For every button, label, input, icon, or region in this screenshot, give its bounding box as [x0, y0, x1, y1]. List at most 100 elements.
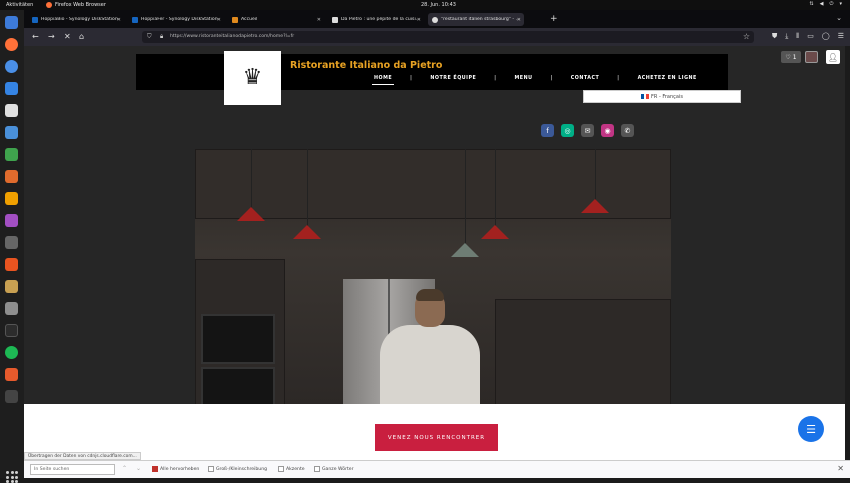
- instagram-icon[interactable]: ◉: [601, 124, 614, 137]
- oven: [201, 367, 275, 407]
- close-icon[interactable]: ✕: [517, 17, 521, 23]
- mail-client-icon[interactable]: [5, 368, 18, 381]
- power-icon: ⏻: [829, 1, 834, 7]
- settings-icon[interactable]: [5, 302, 18, 315]
- option-label: Ganze Wörter: [322, 466, 354, 472]
- screen-icon[interactable]: [5, 390, 18, 403]
- hero-image: [195, 149, 671, 407]
- find-next-icon[interactable]: ⌄: [136, 465, 141, 472]
- firefox-icon: [46, 2, 52, 8]
- option-label: Akzente: [286, 466, 305, 472]
- archive-icon[interactable]: [5, 280, 18, 293]
- menu-item-home[interactable]: HOME: [372, 76, 395, 85]
- french-flag-icon: [641, 94, 650, 99]
- tab-label: HoppiaBio - Synology DiskStation: [41, 17, 118, 22]
- facebook-icon[interactable]: f: [541, 124, 554, 137]
- checkbox[interactable]: [278, 466, 284, 472]
- close-icon[interactable]: ✕: [117, 17, 121, 23]
- language-select[interactable]: FR - Français: [583, 90, 741, 103]
- highlight-all-option[interactable]: Alle hervorheben: [152, 466, 199, 472]
- writer-icon[interactable]: [5, 126, 18, 139]
- venez-nous-rencontrer-button[interactable]: VENEZ NOUS RENCONTRER: [375, 424, 498, 451]
- menu-item-achetez-en-ligne[interactable]: ACHETEZ EN LIGNE: [636, 76, 699, 81]
- url-text[interactable]: https://www.ristoranteitalianodapietro.c…: [170, 34, 294, 39]
- list-all-tabs-icon[interactable]: ⌄: [836, 14, 842, 22]
- close-icon[interactable]: ✕: [217, 17, 221, 23]
- mail-app-icon[interactable]: [5, 16, 18, 29]
- menu-separator: |: [410, 76, 413, 81]
- browser-icon[interactable]: [5, 60, 18, 73]
- firefox-icon[interactable]: [5, 38, 18, 51]
- pocket-icon[interactable]: ⛊: [772, 32, 777, 41]
- menu-separator: |: [494, 76, 497, 81]
- checkbox[interactable]: [152, 466, 158, 472]
- close-icon[interactable]: ✕: [417, 17, 421, 23]
- option-label: Alle hervorheben: [160, 466, 200, 472]
- close-icon[interactable]: ✕: [317, 17, 321, 23]
- tripadvisor-icon[interactable]: ◎: [561, 124, 574, 137]
- calc-icon[interactable]: [5, 148, 18, 161]
- menu-item-contact[interactable]: CONTACT: [569, 76, 602, 81]
- camera-icon[interactable]: [5, 236, 18, 249]
- back-icon[interactable]: ←: [32, 32, 39, 41]
- draw-icon[interactable]: [5, 214, 18, 227]
- phone-icon[interactable]: ✆: [621, 124, 634, 137]
- avatar[interactable]: [805, 51, 818, 63]
- activities-button[interactable]: Aktivitäten: [6, 2, 33, 8]
- terminal-icon[interactable]: [5, 324, 18, 337]
- account-icon[interactable]: ◯: [822, 32, 830, 41]
- app-menu[interactable]: Firefox Web Browser: [46, 2, 106, 8]
- clock[interactable]: 28. Jun. 10:43: [421, 2, 456, 8]
- accueil-icon: [232, 16, 238, 23]
- menu-item-menu[interactable]: MENU: [513, 76, 535, 81]
- url-bar[interactable]: ⛉ 🔒︎ https://www.ristoranteitalianodapie…: [142, 31, 754, 43]
- software-icon[interactable]: [5, 258, 18, 271]
- find-previous-icon[interactable]: ⌃: [122, 465, 127, 472]
- tab-bar: HoppiaBio - Synology DiskStation ✕ Hoppi…: [24, 10, 850, 28]
- chevron-down-icon: ▾: [839, 1, 842, 7]
- shield-icon[interactable]: ⛉: [147, 33, 152, 41]
- menu-item-notre-equipe[interactable]: NOTRE ÉQUIPE: [428, 76, 478, 81]
- tab-search-active[interactable]: "restaurant italien strasbourg" - ... ✕: [428, 13, 524, 26]
- find-input[interactable]: In Seite suchen: [30, 464, 115, 475]
- mail-icon[interactable]: ✉: [581, 124, 594, 137]
- show-apps-icon[interactable]: [6, 471, 18, 483]
- whole-words-option[interactable]: Ganze Wörter: [314, 466, 353, 472]
- spotify-icon[interactable]: [5, 346, 18, 359]
- menu-separator: |: [550, 76, 553, 81]
- site-title[interactable]: Ristorante Italiano da Pietro: [290, 60, 442, 71]
- tab-hoppiafer[interactable]: HoppiaFer - Synology DiskStation ✕: [128, 13, 224, 26]
- downloads-icon[interactable]: ⤓: [785, 32, 788, 41]
- forward-icon[interactable]: →: [48, 32, 55, 41]
- user-icon[interactable]: 👤︎: [826, 50, 840, 64]
- impress-icon[interactable]: [5, 170, 18, 183]
- checkbox[interactable]: [208, 466, 214, 472]
- site-logo[interactable]: ♛: [224, 51, 281, 105]
- close-icon[interactable]: ✕: [837, 464, 844, 473]
- library-icon[interactable]: ⫴: [796, 32, 799, 41]
- wishlist-count: 1: [792, 53, 797, 61]
- editor-icon[interactable]: [5, 82, 18, 95]
- app-name: Firefox Web Browser: [55, 2, 106, 8]
- tab-da-pietro[interactable]: Da Pietro : une pépite de la cuisi... ✕: [328, 13, 424, 26]
- bookmark-star-icon[interactable]: ☆: [743, 32, 750, 41]
- sidebar-icon[interactable]: ▭: [807, 32, 814, 41]
- tab-hoppiabio[interactable]: HoppiaBio - Synology DiskStation ✕: [28, 13, 124, 26]
- system-tray[interactable]: ⇅ ◀ ⏻ ▾: [809, 1, 842, 7]
- tab-label: Accueil: [241, 17, 258, 22]
- volume-icon: ◀: [819, 1, 824, 7]
- tab-accueil[interactable]: Accueil ✕: [228, 13, 324, 26]
- wishlist-button[interactable]: ♡ 1: [781, 51, 801, 63]
- document-icon[interactable]: [5, 192, 18, 205]
- new-tab-icon[interactable]: +: [550, 14, 558, 24]
- files-icon[interactable]: [5, 104, 18, 117]
- checkbox[interactable]: [314, 466, 320, 472]
- lock-icon[interactable]: 🔒︎: [160, 33, 163, 41]
- match-diacritics-option[interactable]: Akzente: [278, 466, 305, 472]
- match-case-option[interactable]: Groß-/Kleinschreibung: [208, 466, 267, 472]
- stop-icon[interactable]: ✕: [64, 32, 71, 41]
- menu-icon[interactable]: ☰: [838, 32, 844, 41]
- menu-separator: |: [617, 76, 620, 81]
- chat-icon[interactable]: ☰: [798, 416, 824, 442]
- home-icon[interactable]: ⌂: [79, 32, 84, 41]
